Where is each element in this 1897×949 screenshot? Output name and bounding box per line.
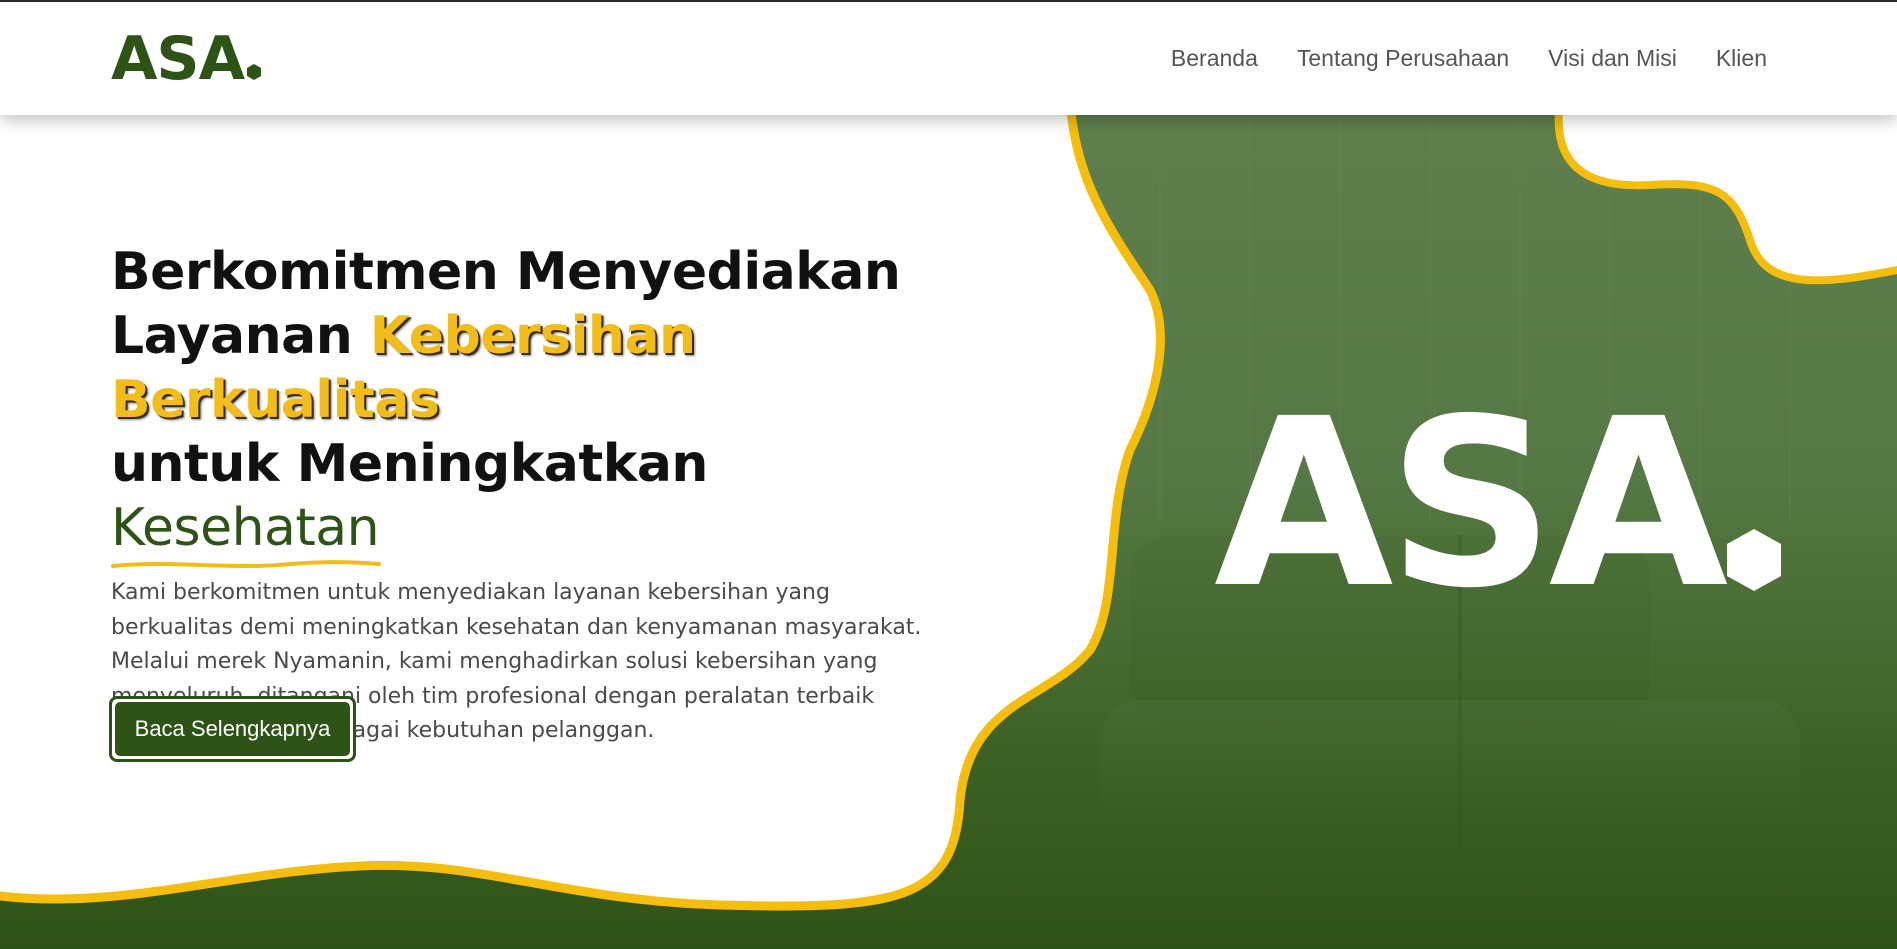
read-more-button-label: Baca Selengkapnya [115,702,350,756]
site-logo[interactable]: ASA [111,24,262,94]
top-border [0,0,1897,2]
headline-line-1: Berkomitmen Menyediakan [111,242,901,302]
nav-link-tentang-perusahaan[interactable]: Tentang Perusahaan [1297,40,1509,76]
headline-highlight-green-text: Kesehatan [111,498,380,558]
hero-content: Berkomitmen Menyediakan Layanan Kebersih… [111,240,941,749]
site-header: ASA Beranda Tentang Perusahaan Visi dan … [0,0,1897,115]
headline-highlight-green: Kesehatan [111,496,381,568]
main-nav: Beranda Tentang Perusahaan Visi dan Misi… [1171,40,1767,76]
hero-logo-text: ASA [1214,369,1728,639]
read-more-button[interactable]: Baca Selengkapnya [109,696,356,762]
hero-headline: Berkomitmen Menyediakan Layanan Kebersih… [111,240,941,568]
hero-logo-dot-icon [1727,529,1781,591]
squiggle-underline-icon [111,560,381,568]
site-logo-text: ASA [111,24,245,94]
site-logo-dot-icon [247,64,262,80]
page: ASA ASA Beranda Tentang Perusahaan Visi … [0,0,1897,949]
nav-link-visi-dan-misi[interactable]: Visi dan Misi [1548,40,1677,76]
headline-line-2-prefix: Layanan [111,306,370,366]
nav-link-beranda[interactable]: Beranda [1171,40,1258,76]
nav-link-klien[interactable]: Klien [1716,40,1767,76]
headline-line-3-prefix: untuk Meningkatkan [111,434,708,494]
